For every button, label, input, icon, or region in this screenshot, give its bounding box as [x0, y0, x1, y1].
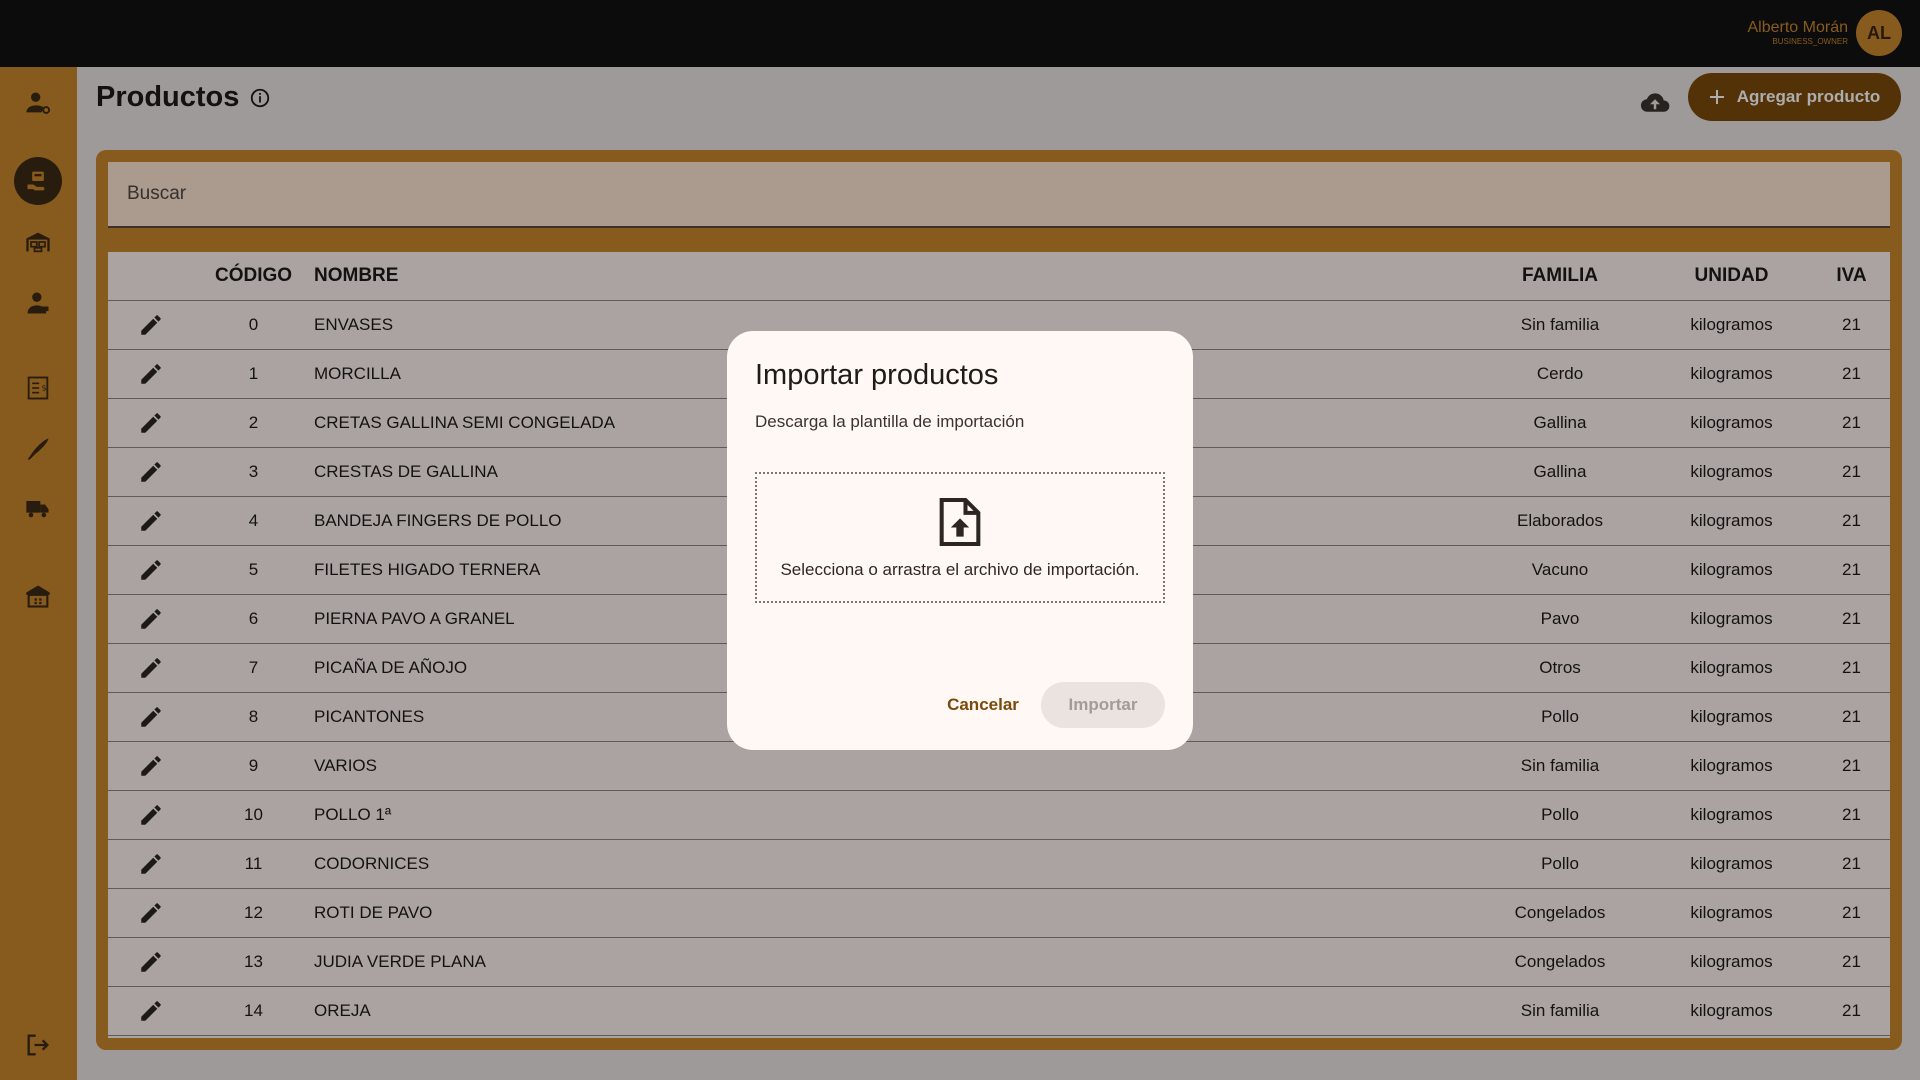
import-dialog: Importar productos Descarga la plantilla…: [727, 331, 1193, 750]
download-template-link[interactable]: Descarga la plantilla de importación: [755, 412, 1165, 432]
file-dropzone[interactable]: Selecciona o arrastra el archivo de impo…: [755, 472, 1165, 603]
dialog-title: Importar productos: [755, 359, 999, 391]
import-confirm-button[interactable]: Importar: [1041, 682, 1165, 728]
cancel-button[interactable]: Cancelar: [932, 682, 1034, 728]
dropzone-text: Selecciona o arrastra el archivo de impo…: [780, 559, 1140, 579]
file-upload-icon: [939, 497, 981, 546]
